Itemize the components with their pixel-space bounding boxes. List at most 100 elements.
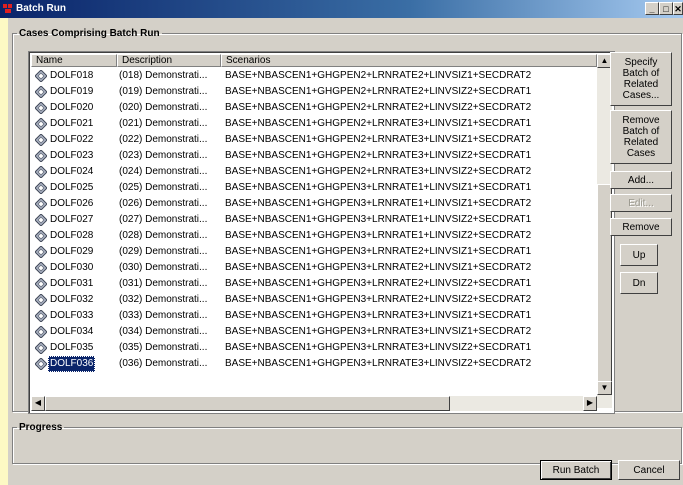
table-row[interactable]: DOLF021 (021) Demonstrati... BASE+NBASCEN1… xyxy=(31,116,597,132)
table-row[interactable]: DOLF033 (033) Demonstrati... BASE+NBASCEN1… xyxy=(31,308,597,324)
row-scenarios: BASE+NBASCEN1+GHGPEN2+LRNRATE3+LINVSIZ2+… xyxy=(225,166,532,177)
app-icon xyxy=(3,4,12,13)
column-header-scenarios[interactable]: Scenarios xyxy=(221,54,597,67)
table-row[interactable]: DOLF020 (020) Demonstrati... BASE+NBASCEN1… xyxy=(31,100,597,116)
horizontal-scrollbar[interactable]: ◀ ▶ xyxy=(31,396,597,411)
row-name: DOLF027 xyxy=(50,214,94,225)
specify-batch-button[interactable]: Specify Batch of Related Cases... xyxy=(610,52,672,106)
row-name: DOLF028 xyxy=(50,230,94,241)
maximize-button[interactable]: □ xyxy=(659,2,673,15)
minimize-button[interactable]: _ xyxy=(645,2,659,15)
row-description: (034) Demonstrati... xyxy=(119,326,208,337)
row-scenarios: BASE+NBASCEN1+GHGPEN2+LRNRATE3+LINVSIZ1+… xyxy=(225,134,532,145)
scroll-right-button[interactable]: ▶ xyxy=(583,396,597,411)
row-description: (029) Demonstrati... xyxy=(119,246,208,257)
row-name: DOLF025 xyxy=(50,182,94,193)
window-title: Batch Run xyxy=(16,3,66,14)
row-name: DOLF022 xyxy=(50,134,94,145)
case-icon xyxy=(35,134,47,146)
row-description: (020) Demonstrati... xyxy=(119,102,208,113)
case-icon xyxy=(35,166,47,178)
row-description: (033) Demonstrati... xyxy=(119,310,208,321)
row-scenarios: BASE+NBASCEN1+GHGPEN3+LRNRATE3+LINVSIZ2+… xyxy=(225,358,532,369)
table-row[interactable]: DOLF019 (019) Demonstrati... BASE+NBASCEN1… xyxy=(31,84,597,100)
row-scenarios: BASE+NBASCEN1+GHGPEN3+LRNRATE1+LINVSIZ2+… xyxy=(225,230,532,241)
vertical-scroll-thumb[interactable] xyxy=(597,184,612,384)
remove-button[interactable]: Remove xyxy=(610,218,672,236)
row-scenarios: BASE+NBASCEN1+GHGPEN3+LRNRATE3+LINVSIZ1+… xyxy=(225,326,532,337)
table-row[interactable]: DOLF027 (027) Demonstrati... BASE+NBASCEN1… xyxy=(31,212,597,228)
case-icon xyxy=(35,358,47,370)
row-description: (027) Demonstrati... xyxy=(119,214,208,225)
batch-run-dialog: Cases Comprising Batch Run Name Descript… xyxy=(8,18,683,485)
move-up-button[interactable]: Up xyxy=(620,244,658,266)
row-scenarios: BASE+NBASCEN1+GHGPEN3+LRNRATE3+LINVSIZ1+… xyxy=(225,310,532,321)
row-name: DOLF035 xyxy=(50,342,94,353)
row-name: DOLF023 xyxy=(50,150,94,161)
row-description: (035) Demonstrati... xyxy=(119,342,208,353)
remove-batch-button[interactable]: Remove Batch of Related Cases xyxy=(610,110,672,164)
row-scenarios: BASE+NBASCEN1+GHGPEN3+LRNRATE2+LINVSIZ2+… xyxy=(225,278,532,289)
row-description: (023) Demonstrati... xyxy=(119,150,208,161)
row-name: DOLF020 xyxy=(50,102,94,113)
row-name: DOLF019 xyxy=(50,86,94,97)
row-description: (019) Demonstrati... xyxy=(119,86,208,97)
case-icon xyxy=(35,326,47,338)
row-description: (026) Demonstrati... xyxy=(119,198,208,209)
table-row[interactable]: DOLF034 (034) Demonstrati... BASE+NBASCEN1… xyxy=(31,324,597,340)
table-row[interactable]: DOLF025 (025) Demonstrati... BASE+NBASCEN1… xyxy=(31,180,597,196)
column-header-description[interactable]: Description xyxy=(117,54,221,67)
case-icon xyxy=(35,150,47,162)
row-name: DOLF026 xyxy=(50,198,94,209)
case-icon xyxy=(35,278,47,290)
case-icon xyxy=(35,102,47,114)
scroll-left-button[interactable]: ◀ xyxy=(31,396,45,411)
table-row[interactable]: DOLF022 (022) Demonstrati... BASE+NBASCEN1… xyxy=(31,132,597,148)
case-icon xyxy=(35,70,47,82)
case-icon xyxy=(35,262,47,274)
cases-list[interactable]: Name Description Scenarios DOLF018 (018) … xyxy=(28,51,615,414)
case-icon xyxy=(35,86,47,98)
title-bar[interactable]: Batch Run _ □ ✕ xyxy=(0,0,683,18)
move-down-button[interactable]: Dn xyxy=(620,272,658,294)
row-scenarios: BASE+NBASCEN1+GHGPEN3+LRNRATE2+LINVSIZ1+… xyxy=(225,246,532,257)
row-name: DOLF036 xyxy=(48,356,96,372)
row-description: (030) Demonstrati... xyxy=(119,262,208,273)
edit-button[interactable]: Edit... xyxy=(610,194,672,212)
row-scenarios: BASE+NBASCEN1+GHGPEN2+LRNRATE3+LINVSIZ1+… xyxy=(225,118,532,129)
row-name: DOLF029 xyxy=(50,246,94,257)
run-batch-button[interactable]: Run Batch xyxy=(540,460,612,480)
progress-group: Progress xyxy=(12,422,682,464)
table-row[interactable]: DOLF036 (036) Demonstrati... BASE+NBASCEN1… xyxy=(31,356,597,372)
scroll-down-button[interactable]: ▼ xyxy=(597,381,612,395)
table-row[interactable]: DOLF024 (024) Demonstrati... BASE+NBASCEN1… xyxy=(31,164,597,180)
cancel-button[interactable]: Cancel xyxy=(618,460,680,480)
table-row[interactable]: DOLF028 (028) Demonstrati... BASE+NBASCEN1… xyxy=(31,228,597,244)
table-row[interactable]: DOLF031 (031) Demonstrati... BASE+NBASCEN1… xyxy=(31,276,597,292)
table-row[interactable]: DOLF032 (032) Demonstrati... BASE+NBASCEN1… xyxy=(31,292,597,308)
case-icon xyxy=(35,118,47,130)
table-row[interactable]: DOLF026 (026) Demonstrati... BASE+NBASCEN1… xyxy=(31,196,597,212)
list-header: Name Description Scenarios xyxy=(31,54,597,67)
row-description: (021) Demonstrati... xyxy=(119,118,208,129)
row-description: (028) Demonstrati... xyxy=(119,230,208,241)
horizontal-scroll-thumb[interactable] xyxy=(45,396,450,411)
row-description: (031) Demonstrati... xyxy=(119,278,208,289)
table-row[interactable]: DOLF023 (023) Demonstrati... BASE+NBASCEN1… xyxy=(31,148,597,164)
table-row[interactable]: DOLF030 (030) Demonstrati... BASE+NBASCEN1… xyxy=(31,260,597,276)
row-name: DOLF032 xyxy=(50,294,94,305)
case-icon xyxy=(35,182,47,194)
case-icon xyxy=(35,230,47,242)
add-button[interactable]: Add... xyxy=(610,171,672,189)
column-header-name[interactable]: Name xyxy=(31,54,117,67)
progress-group-title: Progress xyxy=(19,422,63,433)
row-name: DOLF034 xyxy=(50,326,94,337)
table-row[interactable]: DOLF018 (018) Demonstrati... BASE+NBASCEN1… xyxy=(31,68,597,84)
table-row[interactable]: DOLF035 (035) Demonstrati... BASE+NBASCEN1… xyxy=(31,340,597,356)
row-name: DOLF021 xyxy=(50,118,94,129)
case-icon xyxy=(35,294,47,306)
close-button[interactable]: ✕ xyxy=(673,2,683,15)
case-icon xyxy=(35,342,47,354)
table-row[interactable]: DOLF029 (029) Demonstrati... BASE+NBASCEN1… xyxy=(31,244,597,260)
row-scenarios: BASE+NBASCEN1+GHGPEN3+LRNRATE1+LINVSIZ1+… xyxy=(225,198,532,209)
